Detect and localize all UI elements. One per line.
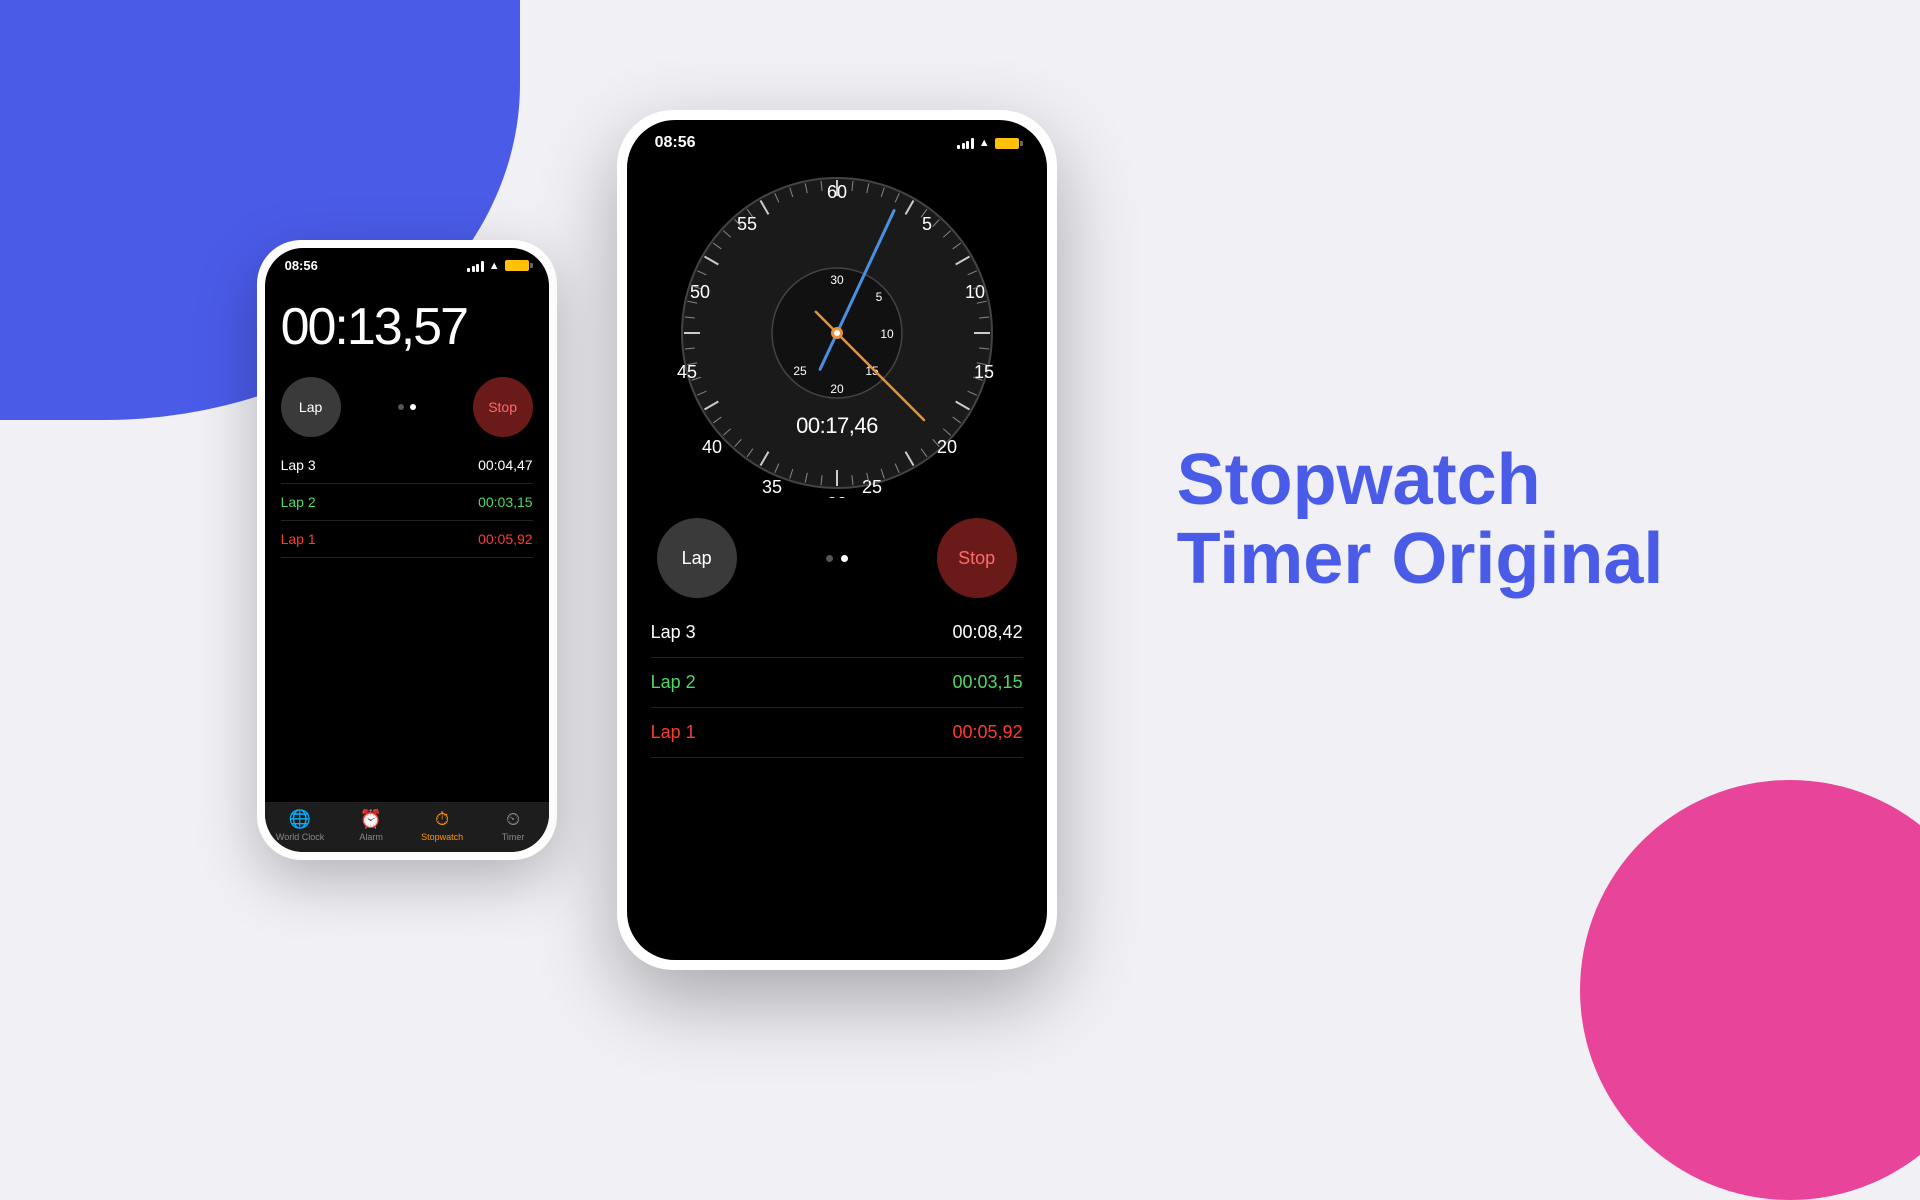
stopwatch-label: Stopwatch: [421, 832, 463, 842]
lap-1-time-small: 00:05,92: [478, 531, 533, 547]
lap-button-small[interactable]: Lap: [281, 377, 341, 437]
battery-icon: [505, 260, 529, 271]
timer-icon: ⏲: [506, 809, 520, 830]
svg-text:30: 30: [830, 273, 844, 287]
tab-stopwatch[interactable]: ⏱ Stopwatch: [412, 809, 472, 842]
lap-2-time-large: 00:03,15: [953, 672, 1023, 693]
buttons-row-small: Lap Stop: [265, 367, 549, 447]
alarm-icon: ⏰: [360, 809, 382, 830]
dial-svg: // Generated tick marks 60 5 10 15: [672, 168, 1002, 498]
tab-timer[interactable]: ⏲ Timer: [483, 809, 543, 842]
phone-large-inner: 08:56 ▲: [627, 120, 1047, 960]
tab-world-clock[interactable]: 🌐 World Clock: [270, 809, 330, 842]
status-bar-large: 08:56 ▲: [627, 120, 1047, 158]
stop-button-large[interactable]: Stop: [937, 518, 1017, 598]
svg-text:10: 10: [965, 282, 985, 302]
dot-1: [398, 404, 404, 410]
lap-item-2-small: Lap 2 00:03,15: [281, 484, 533, 521]
lap-1-label-large: Lap 1: [651, 722, 696, 743]
lap-2-label-large: Lap 2: [651, 672, 696, 693]
status-bar-small: 08:56 ▲: [265, 248, 549, 277]
lap-item-3-large: Lap 3 00:08,42: [651, 608, 1023, 658]
svg-text:50: 50: [690, 282, 710, 302]
lap-item-2-large: Lap 2 00:03,15: [651, 658, 1023, 708]
lap-2-label-small: Lap 2: [281, 494, 316, 510]
signal-icon-large: [957, 137, 974, 149]
main-content: 08:56 ▲ 00:13,57 Lap Stop: [0, 0, 1920, 1080]
lap-item-1-large: Lap 1 00:05,92: [651, 708, 1023, 758]
dot-2: [410, 404, 416, 410]
lap-list-large: Lap 3 00:08,42 Lap 2 00:03,15 Lap 1 00:0…: [627, 608, 1047, 960]
phone-small: 08:56 ▲ 00:13,57 Lap Stop: [257, 240, 557, 860]
battery-icon-large: [995, 138, 1019, 149]
svg-text:5: 5: [875, 290, 882, 304]
lap-1-time-large: 00:05,92: [953, 722, 1023, 743]
lap-item-1-small: Lap 1 00:05,92: [281, 521, 533, 558]
tab-alarm[interactable]: ⏰ Alarm: [341, 809, 401, 842]
dot-large-1: [826, 555, 833, 562]
lap-item-3-small: Lap 3 00:04,47: [281, 447, 533, 484]
svg-text:35: 35: [762, 477, 782, 497]
stopwatch-dial: // Generated tick marks 60 5 10 15: [672, 168, 1002, 498]
lap-list-small: Lap 3 00:04,47 Lap 2 00:03,15 Lap 1 00:0…: [265, 447, 549, 802]
svg-text:40: 40: [702, 437, 722, 457]
svg-text:30: 30: [827, 494, 847, 498]
svg-text:10: 10: [880, 327, 894, 341]
dial-container: // Generated tick marks 60 5 10 15: [627, 158, 1047, 508]
lap-1-label-small: Lap 1: [281, 531, 316, 547]
svg-text:00:17,46: 00:17,46: [796, 413, 878, 438]
svg-text:5: 5: [922, 214, 932, 234]
svg-text:15: 15: [865, 364, 879, 378]
wifi-icon: ▲: [489, 260, 500, 272]
phone-small-inner: 08:56 ▲ 00:13,57 Lap Stop: [265, 248, 549, 852]
status-time-small: 08:56: [285, 258, 318, 273]
heading-line2: Timer Original: [1177, 520, 1664, 599]
timer-label: Timer: [502, 832, 525, 842]
buttons-row-large: Lap Stop: [627, 508, 1047, 608]
dots-indicator-large: [826, 555, 848, 562]
status-time-large: 08:56: [655, 134, 696, 152]
dots-indicator-small: [398, 404, 416, 410]
lap-3-time-small: 00:04,47: [478, 457, 533, 473]
lap-button-large[interactable]: Lap: [657, 518, 737, 598]
svg-text:25: 25: [862, 477, 882, 497]
dot-large-2: [841, 555, 848, 562]
signal-icon: [467, 260, 484, 272]
stopwatch-icon: ⏱: [435, 809, 449, 830]
svg-text:55: 55: [737, 214, 757, 234]
phone-large: 08:56 ▲: [617, 110, 1057, 970]
stop-button-small[interactable]: Stop: [473, 377, 533, 437]
heading-line1: Stopwatch: [1177, 441, 1541, 520]
status-icons-small: ▲: [467, 260, 528, 272]
lap-3-label-small: Lap 3: [281, 457, 316, 473]
world-clock-label: World Clock: [276, 832, 324, 842]
svg-text:25: 25: [793, 364, 807, 378]
lap-3-time-large: 00:08,42: [953, 622, 1023, 643]
timer-display-small: 00:13,57: [265, 277, 549, 367]
svg-text:20: 20: [937, 437, 957, 457]
tab-bar-small: 🌐 World Clock ⏰ Alarm ⏱ Stopwatch ⏲ Time…: [265, 802, 549, 852]
wifi-icon-large: ▲: [979, 137, 990, 149]
alarm-label: Alarm: [359, 832, 383, 842]
right-text: Stopwatch Timer Original: [1177, 441, 1664, 599]
svg-text:20: 20: [830, 382, 844, 396]
lap-3-label-large: Lap 3: [651, 622, 696, 643]
lap-2-time-small: 00:03,15: [478, 494, 533, 510]
status-icons-large: ▲: [957, 137, 1018, 149]
world-clock-icon: 🌐: [289, 809, 311, 830]
